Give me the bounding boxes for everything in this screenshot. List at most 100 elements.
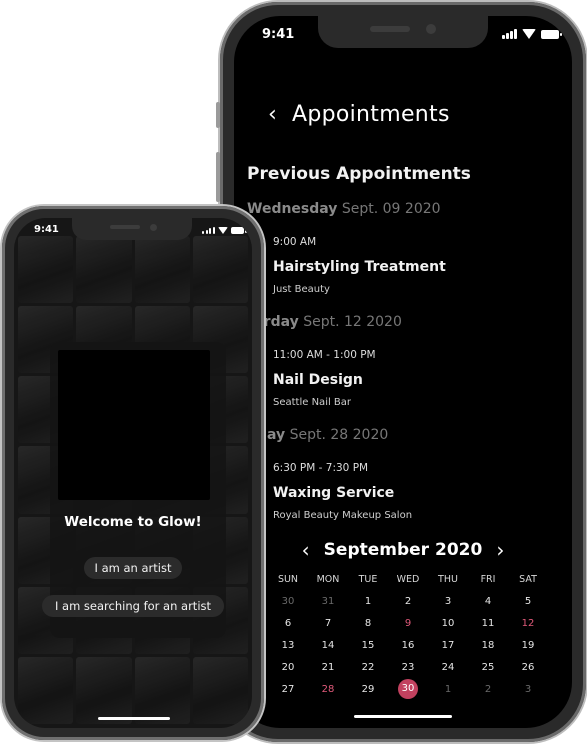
calendar-day[interactable]: 9 bbox=[388, 618, 428, 629]
appointment-place: Just Beauty bbox=[273, 284, 330, 295]
calendar-weekday-label: TUE bbox=[358, 573, 378, 585]
appointment-date: Sept. 12 2020 bbox=[303, 314, 402, 330]
appointment-date: Sept. 28 2020 bbox=[289, 427, 389, 443]
calendar-day[interactable]: 1 bbox=[348, 596, 388, 607]
calendar-day[interactable]: 1 bbox=[428, 684, 468, 695]
background-photo-tile bbox=[192, 236, 248, 304]
appointment-date-header: Wednesday Sept. 09 2020 bbox=[247, 201, 441, 217]
appointment-weekday: Wednesday bbox=[247, 201, 338, 217]
wifi-icon bbox=[521, 29, 536, 39]
artist-button[interactable]: I am an artist bbox=[84, 557, 182, 579]
calendar-week-row: 6 7 8 9 10 11 12 bbox=[268, 612, 568, 634]
calendar-day[interactable]: 11 bbox=[468, 618, 508, 629]
calendar-grid: SUN MON TUE WED THU FRI SAT 30 31 1 2 3 4 5 6 7 8 9 10 11 12… bbox=[268, 568, 568, 700]
calendar-day[interactable]: 31 bbox=[308, 596, 348, 607]
page-title: Appointments bbox=[292, 102, 450, 127]
appointment-date: Sept. 09 2020 bbox=[341, 201, 441, 217]
calendar-day[interactable]: 3 bbox=[508, 684, 548, 695]
appointment-place: Seattle Nail Bar bbox=[273, 397, 352, 408]
home-indicator[interactable] bbox=[98, 717, 170, 720]
search-artist-button[interactable]: I am searching for an artist bbox=[42, 595, 224, 617]
calendar-day[interactable]: 19 bbox=[508, 640, 548, 651]
appointments-screen: 9:41 ‹ Appointments Previous Appointment… bbox=[234, 16, 572, 728]
calendar-weekday-row: SUN MON TUE WED THU FRI SAT bbox=[268, 568, 568, 590]
welcome-screen: 9:41 Welcome to Glow! I am an artist I a… bbox=[14, 218, 252, 728]
background-photo-tile bbox=[134, 236, 190, 304]
calendar-week-row: 30 31 1 2 3 4 5 bbox=[268, 590, 568, 612]
appointment-date-header: turday Sept. 12 2020 bbox=[247, 314, 402, 330]
calendar-day[interactable]: 26 bbox=[508, 662, 548, 673]
appointment-date-header: nday Sept. 28 2020 bbox=[247, 427, 388, 443]
status-icons bbox=[502, 29, 562, 39]
background-photo-tile bbox=[18, 656, 74, 724]
calendar-day[interactable]: 20 bbox=[268, 662, 308, 673]
calendar-weekday-label: SAT bbox=[519, 573, 537, 585]
battery-icon bbox=[230, 227, 247, 234]
notch bbox=[72, 218, 192, 240]
home-indicator[interactable] bbox=[354, 715, 452, 718]
calendar-weekday-label: THU bbox=[438, 573, 458, 585]
calendar-day[interactable]: 2 bbox=[388, 596, 428, 607]
calendar-week-row: 20 21 22 23 24 25 26 bbox=[268, 656, 568, 678]
calendar-day[interactable]: 7 bbox=[308, 618, 348, 629]
back-chevron-icon[interactable]: ‹ bbox=[268, 104, 277, 126]
calendar-day[interactable]: 17 bbox=[428, 640, 468, 651]
status-time: 9:41 bbox=[262, 27, 295, 42]
background-photo-tile bbox=[76, 236, 132, 304]
calendar-week-row: 13 14 15 16 17 18 19 bbox=[268, 634, 568, 656]
status-time: 9:41 bbox=[34, 224, 59, 235]
calendar-weekday-label: SUN bbox=[277, 573, 299, 585]
calendar-day[interactable]: 8 bbox=[348, 618, 388, 629]
calendar-day[interactable]: 15 bbox=[348, 640, 388, 651]
calendar-day[interactable]: 30 bbox=[268, 596, 308, 607]
appointment-service[interactable]: Nail Design bbox=[273, 372, 363, 388]
appointments-phone: 9:41 ‹ Appointments Previous Appointment… bbox=[216, 2, 586, 742]
battery-icon bbox=[540, 30, 562, 39]
appointment-service[interactable]: Waxing Service bbox=[273, 485, 394, 501]
calendar-day[interactable]: 3 bbox=[428, 596, 468, 607]
calendar-week-row: 27 28 29 30 1 2 3 bbox=[268, 678, 568, 700]
welcome-heading: Welcome to Glow! bbox=[64, 514, 202, 530]
background-photo-tile bbox=[76, 656, 132, 724]
calendar-day[interactable]: 2 bbox=[468, 684, 508, 695]
signal-icon bbox=[502, 29, 517, 39]
calendar-day[interactable]: 6 bbox=[268, 618, 308, 629]
calendar-day[interactable]: 12 bbox=[508, 618, 548, 629]
status-icons bbox=[202, 227, 247, 234]
calendar-day[interactable]: 16 bbox=[388, 640, 428, 651]
calendar-day[interactable]: 21 bbox=[308, 662, 348, 673]
background-photo-tile bbox=[134, 656, 190, 724]
appointment-place: Royal Beauty Makeup Salon bbox=[273, 510, 413, 521]
calendar-day[interactable]: 23 bbox=[388, 662, 428, 673]
calendar-weekday-label: WED bbox=[396, 573, 420, 585]
appointment-time: 6:30 PM - 7:30 PM bbox=[273, 462, 369, 474]
calendar-weekday-label: FRI bbox=[480, 573, 496, 585]
prev-month-chevron-icon[interactable]: ‹ bbox=[302, 538, 310, 562]
logo-placeholder bbox=[58, 350, 210, 500]
calendar-day[interactable]: 14 bbox=[308, 640, 348, 651]
appointment-time: 11:00 AM - 1:00 PM bbox=[273, 349, 376, 361]
volume-up-button bbox=[216, 152, 220, 202]
calendar-day[interactable]: 28 bbox=[308, 684, 348, 695]
calendar-day[interactable]: 27 bbox=[268, 684, 308, 695]
calendar-day[interactable]: 25 bbox=[468, 662, 508, 673]
signal-icon bbox=[202, 227, 215, 234]
calendar-day-selected[interactable]: 30 bbox=[388, 679, 428, 699]
calendar-day[interactable]: 22 bbox=[348, 662, 388, 673]
calendar-day[interactable]: 4 bbox=[468, 596, 508, 607]
next-month-chevron-icon[interactable]: › bbox=[496, 538, 504, 562]
calendar-day[interactable]: 24 bbox=[428, 662, 468, 673]
calendar-day[interactable]: 10 bbox=[428, 618, 468, 629]
calendar-month-label: September 2020 bbox=[323, 540, 483, 560]
calendar-weekday-label: MON bbox=[316, 573, 340, 585]
calendar-day[interactable]: 5 bbox=[508, 596, 548, 607]
welcome-phone: 9:41 Welcome to Glow! I am an artist I a… bbox=[2, 206, 264, 740]
appointment-time: 9:00 AM bbox=[273, 236, 317, 248]
calendar-day[interactable]: 29 bbox=[348, 684, 388, 695]
calendar-day[interactable]: 13 bbox=[268, 640, 308, 651]
mute-switch bbox=[216, 102, 220, 128]
calendar-header: ‹ September 2020 › bbox=[234, 538, 572, 562]
background-photo-tile bbox=[192, 656, 248, 724]
appointment-service[interactable]: Hairstyling Treatment bbox=[273, 259, 446, 275]
calendar-day[interactable]: 18 bbox=[468, 640, 508, 651]
